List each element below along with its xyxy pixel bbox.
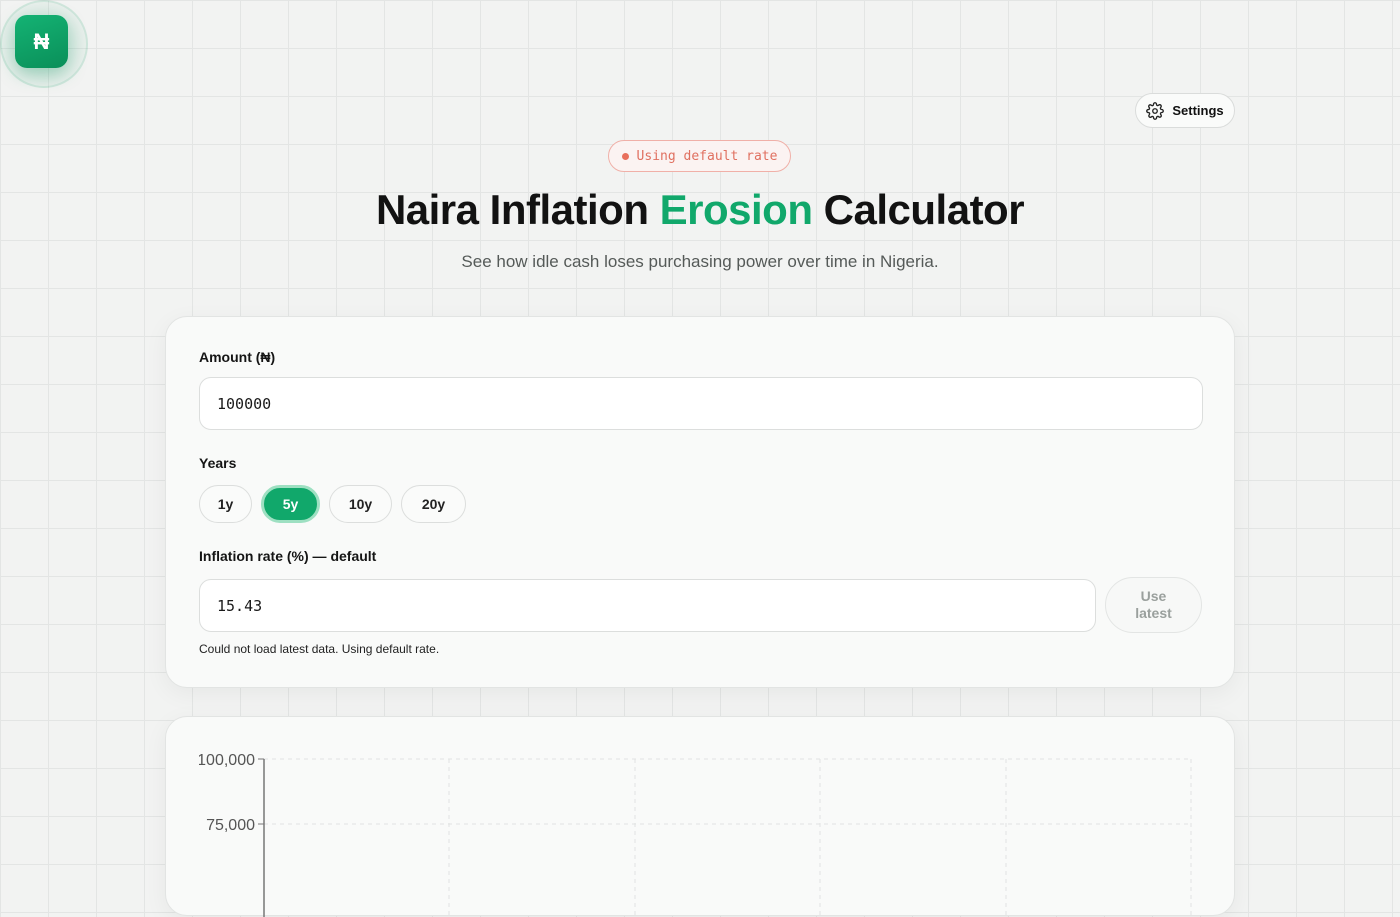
years-chip-5y[interactable]: 5y <box>261 485 320 523</box>
title-accent: Erosion <box>659 186 813 233</box>
chart-svg: 100,000 75,000 <box>166 747 1192 917</box>
use-latest-button[interactable]: Use latest <box>1105 577 1202 633</box>
y-tick-label-1: 100,000 <box>197 752 255 769</box>
years-chip-10y[interactable]: 10y <box>329 485 392 523</box>
chart-card: 100,000 75,000 <box>165 716 1235 917</box>
inflation-rate-input[interactable]: 15.43 <box>199 579 1096 632</box>
y-tick-label-2: 75,000 <box>206 817 255 834</box>
status-dot-icon <box>621 152 629 160</box>
error-message: Could not load latest data. Using defaul… <box>199 642 440 656</box>
amount-input[interactable]: 100000 <box>199 377 1203 430</box>
page-subtitle: See how idle cash loses purchasing power… <box>461 252 939 271</box>
naira-logo-icon[interactable]: ₦ <box>15 15 68 68</box>
chart-grid <box>264 758 1192 917</box>
logo-glyph: ₦ <box>33 28 50 54</box>
years-chip-20y[interactable]: 20y <box>401 485 466 523</box>
years-label: Years <box>199 455 237 471</box>
amount-label: Amount (₦) <box>199 349 276 365</box>
chart-clip-mask <box>166 747 199 777</box>
page-title: Naira Inflation Erosion Calculator <box>0 186 1400 234</box>
status-badge-text: Using default rate <box>636 148 778 164</box>
amount-input-value: 100000 <box>217 394 272 413</box>
years-selector: 1y 5y 10y 20y <box>199 485 466 523</box>
settings-button[interactable]: Settings <box>1135 93 1235 128</box>
title-part2: Calculator <box>812 186 1025 233</box>
gear-icon <box>1146 101 1165 120</box>
use-latest-label: Use latest <box>1135 588 1172 621</box>
title-part1: Naira Inflation <box>375 186 660 233</box>
calculator-form-card: Amount (₦) 100000 Years 1y 5y 10y 20y In… <box>165 316 1235 688</box>
years-chip-1y[interactable]: 1y <box>199 485 252 523</box>
settings-label: Settings <box>1172 103 1224 118</box>
inflation-rate-value: 15.43 <box>217 596 263 615</box>
status-badge: Using default rate <box>608 140 791 172</box>
inflation-rate-label: Inflation rate (%) — default <box>199 548 377 564</box>
